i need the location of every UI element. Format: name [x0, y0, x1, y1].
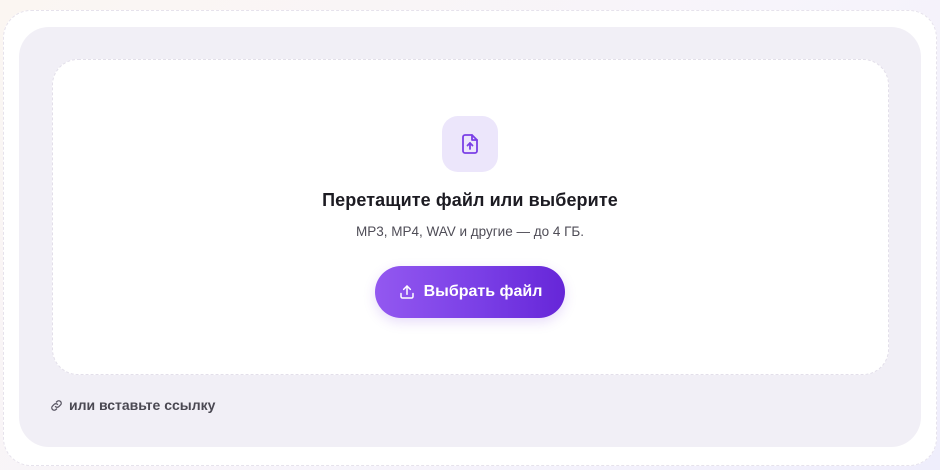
paste-link-button[interactable]: или вставьте ссылку — [50, 395, 215, 415]
paste-link-label: или вставьте ссылку — [69, 397, 216, 413]
link-icon — [51, 399, 62, 411]
dropzone[interactable] — [52, 59, 889, 375]
upload-icon — [399, 285, 414, 299]
dropzone-subtitle: MP3, MP4, WAV и другие — до 4 ГБ. — [355, 224, 585, 239]
choose-file-label: Выбрать файл — [423, 283, 543, 300]
dropzone-title: Перетащите файл или выберите — [322, 190, 618, 210]
file-upload-icon — [442, 116, 498, 172]
choose-file-button[interactable]: Выбрать файл — [375, 266, 565, 318]
